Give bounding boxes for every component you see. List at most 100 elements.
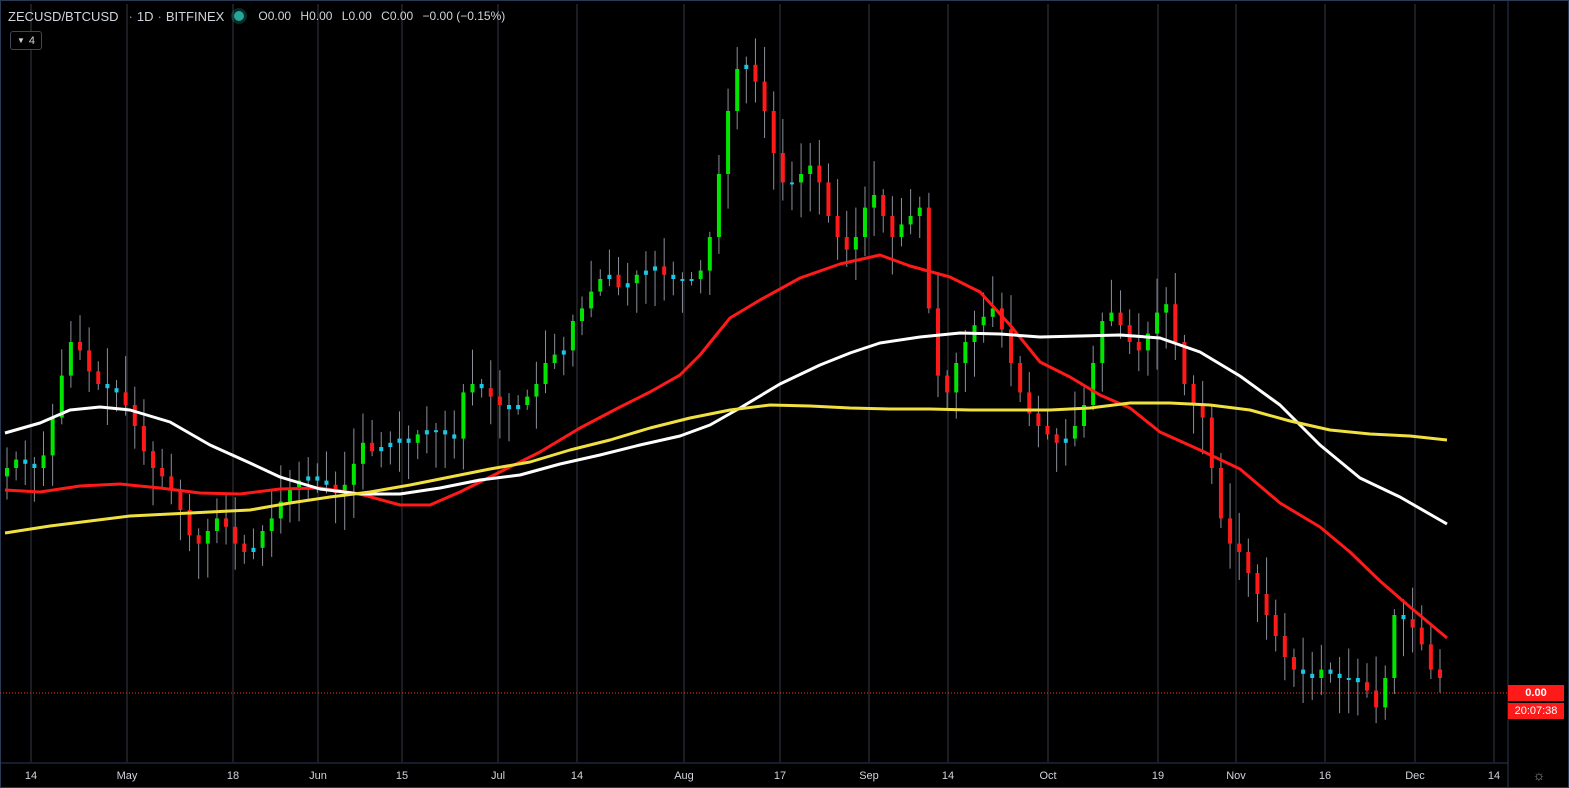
candle-body — [123, 392, 128, 405]
candle-body — [853, 237, 858, 250]
candle-body — [1209, 417, 1214, 468]
close-value: 0.00 — [389, 9, 414, 23]
candle-body — [516, 405, 521, 410]
candle-body — [1374, 690, 1379, 708]
candle-body — [351, 463, 356, 485]
candle-body — [1419, 627, 1424, 645]
candle-body — [105, 384, 110, 389]
candle-body — [287, 489, 292, 502]
candle-body — [908, 216, 913, 225]
candle-body — [1328, 669, 1333, 674]
candle-body — [926, 207, 931, 309]
candle-body — [1091, 363, 1096, 405]
candle-body — [698, 270, 703, 279]
candle-body — [251, 547, 256, 552]
candle-body — [379, 447, 384, 452]
ma-yellow-line — [4, 401, 1448, 535]
candle-body — [1264, 594, 1269, 615]
candle-body — [32, 463, 37, 468]
candle-body — [662, 266, 667, 275]
candle-body — [406, 438, 411, 443]
candle-body — [716, 174, 721, 237]
candle-body — [680, 279, 685, 281]
candle-body — [1164, 304, 1169, 313]
x-tick-label: Dec — [1405, 770, 1425, 782]
candle-body — [881, 195, 886, 216]
candle-body — [415, 434, 420, 443]
candle-body — [653, 266, 658, 271]
candle-body — [488, 388, 493, 397]
settings-gear-icon[interactable]: ☼ — [1531, 767, 1547, 783]
candle-body — [14, 459, 19, 468]
chevron-down-icon: ▼ — [16, 36, 25, 45]
x-tick-label: 14 — [942, 770, 954, 782]
candle-body — [370, 442, 375, 452]
x-tick-label: May — [117, 770, 138, 782]
candle-body — [1218, 468, 1223, 519]
candle-body — [789, 182, 794, 185]
market-status-icon — [234, 11, 245, 21]
candle-body — [981, 316, 986, 326]
x-tick-label: Jun — [309, 770, 327, 782]
candle-body — [1127, 325, 1132, 342]
symbol-label[interactable]: ZECUSD/BTCUSD — [8, 9, 119, 24]
interval-label[interactable]: 1D — [137, 9, 154, 24]
candle-body — [935, 308, 940, 376]
candle-body — [1228, 518, 1233, 544]
candle-body — [306, 476, 311, 481]
candle-body — [1018, 363, 1023, 393]
candle-body — [1036, 413, 1041, 426]
candle-body — [1392, 615, 1397, 678]
candle-body — [671, 274, 676, 279]
candle-body — [424, 430, 429, 435]
candle-body — [160, 468, 165, 477]
candle-body — [242, 543, 247, 552]
candle-body — [196, 535, 201, 544]
candle-body — [452, 434, 457, 439]
candle-body — [799, 174, 804, 183]
candle-body — [360, 442, 365, 464]
candle-body — [1401, 615, 1406, 620]
candle-body — [1237, 543, 1242, 552]
candle-body — [534, 384, 539, 397]
candle-body — [1319, 669, 1324, 678]
candle-body — [1255, 573, 1260, 594]
candle-body — [497, 396, 502, 405]
candle-body — [433, 430, 438, 433]
bar-countdown-label: 20:07:38 — [1508, 703, 1564, 719]
candle-body — [269, 518, 274, 531]
candle-body — [580, 308, 585, 321]
candle-body — [132, 405, 137, 426]
candle-body — [1410, 619, 1415, 628]
candle-body — [96, 371, 101, 384]
time-axis: 14 May 18 Jun 15 Jul 14 Aug 17 Sep 14 Oct 19 Nov 16 Dec… — [0, 0, 1509, 788]
low-value: 0.00 — [348, 9, 372, 23]
candle-body — [68, 342, 73, 376]
candle-body — [1136, 342, 1141, 351]
candle-body — [260, 531, 265, 548]
candle-body — [141, 426, 146, 452]
x-tick-label: 16 — [1319, 770, 1331, 782]
candle-body — [744, 64, 749, 69]
indicators-toggle-button[interactable]: ▼ 4 — [10, 31, 42, 50]
candle-body — [561, 350, 566, 355]
candle-body — [1200, 405, 1205, 418]
x-tick-label: 14 — [1488, 770, 1500, 782]
current-price-label: 0.00 — [1508, 685, 1564, 701]
moving-averages — [4, 253, 1448, 640]
candle-body — [707, 237, 712, 271]
candle-body — [1346, 678, 1351, 680]
candle-body — [862, 207, 867, 237]
candle-body — [233, 526, 238, 544]
x-tick-label: Jul — [491, 770, 505, 782]
candle-body — [1118, 312, 1123, 326]
candle-body — [1045, 426, 1050, 435]
price-chart[interactable]: 14 May 18 Jun 15 Jul 14 Aug 17 Sep 14 Oct 19 Nov 16 Dec… — [0, 0, 1569, 788]
candle-body — [817, 165, 822, 183]
x-tick-label: 17 — [774, 770, 786, 782]
x-tick-label: 19 — [1152, 770, 1164, 782]
candle-body — [552, 354, 557, 363]
candle-body — [726, 111, 731, 174]
candle-body — [5, 468, 9, 477]
candle-body — [1310, 673, 1315, 678]
